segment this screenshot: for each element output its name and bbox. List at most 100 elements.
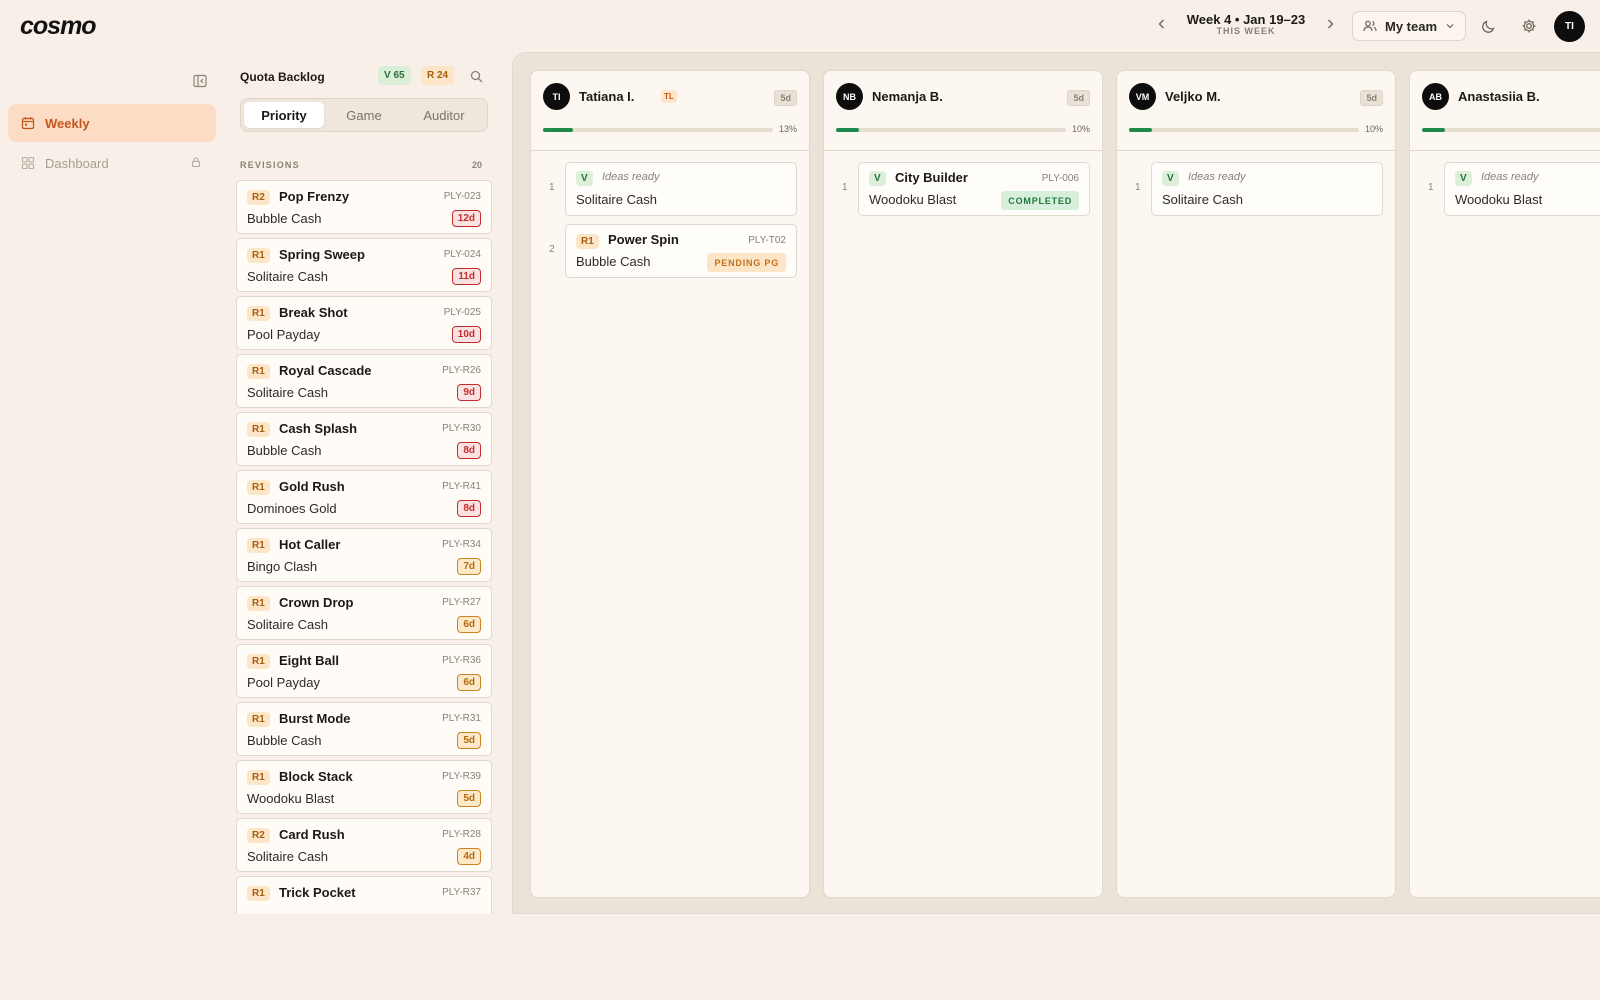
week-title: Week 4 • Jan 19–23: [1186, 11, 1306, 27]
backlog-card-code: PLY-024: [443, 249, 481, 260]
video-badge: V: [1455, 171, 1472, 186]
member-name[interactable]: Nemanja B.: [872, 89, 943, 104]
tab-priority[interactable]: Priority: [244, 102, 324, 128]
revision-badge: R1: [247, 770, 270, 785]
backlog-card[interactable]: R1 Burst Mode PLY-R31 Bubble Cash 5d: [236, 702, 492, 756]
task-code: PLY-006: [1041, 173, 1079, 184]
progress-bar: [1129, 128, 1359, 132]
revision-badge: R1: [247, 538, 270, 553]
backlog-card[interactable]: R1 Eight Ball PLY-R36 Pool Payday 6d: [236, 644, 492, 698]
capacity-days-badge: 5d: [1360, 90, 1383, 106]
task-card[interactable]: R1 Power Spin PLY-T02 Bubble Cash PENDING PG: [565, 224, 797, 278]
prev-week-button[interactable]: [1148, 10, 1176, 38]
backlog-card[interactable]: R1 Cash Splash PLY-R30 Bubble Cash 8d: [236, 412, 492, 466]
sidebar-collapse-icon: [193, 74, 207, 88]
backlog-card-code: PLY-R27: [442, 597, 481, 608]
progress-fill: [836, 128, 859, 132]
item-number: 1: [1428, 182, 1434, 193]
team-selector[interactable]: My team: [1352, 11, 1466, 41]
next-week-button[interactable]: [1316, 10, 1344, 38]
backlog-card-title: Block Stack: [279, 769, 353, 784]
grid-icon: [21, 156, 35, 170]
backlog-card-title: Gold Rush: [279, 479, 345, 494]
revision-badge: R1: [247, 886, 270, 901]
member-avatar: TI: [543, 83, 570, 110]
task-game: Bubble Cash: [576, 254, 651, 269]
member-avatar: VM: [1129, 83, 1156, 110]
backlog-card[interactable]: R1 Royal Cascade PLY-R26 Solitaire Cash 9d: [236, 354, 492, 408]
backlog-card[interactable]: R1 Spring Sweep PLY-024 Solitaire Cash 11d: [236, 238, 492, 292]
search-icon: [470, 70, 482, 82]
backlog-card-code: PLY-R26: [442, 365, 481, 376]
tab-game[interactable]: Game: [324, 102, 404, 128]
backlog-card-title: Break Shot: [279, 305, 348, 320]
nav-item-dashboard[interactable]: Dashboard: [8, 144, 216, 182]
backlog-card-game: Solitaire Cash: [247, 617, 328, 632]
progress-bar: [1422, 128, 1600, 132]
week-navigator: Week 4 • Jan 19–23 THIS WEEK: [1148, 10, 1344, 38]
column-header: NB Nemanja B. 5d 10%: [824, 71, 1102, 151]
task-card[interactable]: V Ideas ready Woodoku Blast: [1444, 162, 1600, 216]
backlog-card-title: Card Rush: [279, 827, 345, 842]
revision-badge: R2: [247, 828, 270, 843]
video-badge: V: [869, 171, 886, 186]
backlog-card[interactable]: R2 Card Rush PLY-R28 Solitaire Cash 4d: [236, 818, 492, 872]
backlog-card[interactable]: R1 Break Shot PLY-025 Pool Payday 10d: [236, 296, 492, 350]
backlog-sort-tabs: Priority Game Auditor: [240, 98, 488, 132]
weekly-board: TI Tatiana I. TL 5d 13% 1 V Ideas ready Solitair…: [512, 52, 1600, 914]
backlog-card-title: Spring Sweep: [279, 247, 365, 262]
revision-badge: R2: [247, 190, 270, 205]
days-badge: 5d: [457, 732, 481, 749]
backlog-card-code: PLY-R34: [442, 539, 481, 550]
status-badge: COMPLETED: [1001, 191, 1079, 210]
days-badge: 8d: [457, 442, 481, 459]
days-badge: 5d: [457, 790, 481, 807]
backlog-card-title: Crown Drop: [279, 595, 354, 610]
status-badge: PENDING PG: [707, 253, 786, 272]
backlog-card[interactable]: R1 Crown Drop PLY-R27 Solitaire Cash 6d: [236, 586, 492, 640]
progress-fill: [1422, 128, 1445, 132]
backlog-card[interactable]: R1 Trick Pocket PLY-R37: [236, 876, 492, 914]
backlog-card[interactable]: R1 Block Stack PLY-R39 Woodoku Blast 5d: [236, 760, 492, 814]
days-badge: 9d: [457, 384, 481, 401]
settings-button[interactable]: [1517, 14, 1541, 38]
chevron-left-icon: [1158, 19, 1164, 29]
backlog-card-code: PLY-R28: [442, 829, 481, 840]
backlog-search-button[interactable]: [467, 67, 485, 85]
week-label: Week 4 • Jan 19–23 THIS WEEK: [1176, 13, 1316, 36]
days-badge: 11d: [452, 268, 481, 285]
member-name[interactable]: Anastasiia B.: [1458, 89, 1540, 104]
progress-bar: [543, 128, 773, 132]
backlog-card[interactable]: R1 Hot Caller PLY-R34 Bingo Clash 7d: [236, 528, 492, 582]
task-card[interactable]: V Ideas ready Solitaire Cash: [565, 162, 797, 216]
backlog-card[interactable]: R1 Gold Rush PLY-R41 Dominoes Gold 8d: [236, 470, 492, 524]
chevron-down-icon: [1446, 24, 1454, 29]
task-card[interactable]: V City Builder PLY-006 Woodoku Blast COMPLET…: [858, 162, 1090, 216]
capacity-days-badge: 5d: [1067, 90, 1090, 106]
user-avatar[interactable]: TI: [1554, 11, 1585, 42]
chevron-right-icon: [1328, 19, 1334, 29]
member-name[interactable]: Veljko M.: [1165, 89, 1221, 104]
backlog-card-code: PLY-025: [443, 307, 481, 318]
revision-badge: R1: [576, 234, 599, 249]
nav-item-weekly[interactable]: Weekly: [8, 104, 216, 142]
task-note: Ideas ready: [1481, 171, 1539, 183]
theme-toggle-button[interactable]: [1477, 14, 1501, 38]
app-logo[interactable]: cosmo: [20, 12, 97, 41]
tab-auditor[interactable]: Auditor: [404, 102, 484, 128]
task-game: Woodoku Blast: [869, 192, 957, 207]
section-count: 20: [472, 160, 483, 170]
task-card[interactable]: V Ideas ready Solitaire Cash: [1151, 162, 1383, 216]
collapse-sidebar-button[interactable]: [190, 71, 210, 91]
task-title: Power Spin: [608, 232, 679, 247]
progress-percent: 10%: [1071, 124, 1090, 134]
backlog-card-title: Eight Ball: [279, 653, 339, 668]
member-avatar: NB: [836, 83, 863, 110]
capacity-days-badge: 5d: [774, 90, 797, 106]
revision-badge: R1: [247, 480, 270, 495]
backlog-card[interactable]: R2 Pop Frenzy PLY-023 Bubble Cash 12d: [236, 180, 492, 234]
member-name[interactable]: Tatiana I.: [579, 89, 634, 104]
days-badge: 6d: [457, 674, 481, 691]
video-badge: V: [1162, 171, 1179, 186]
backlog-card-game: Solitaire Cash: [247, 385, 328, 400]
